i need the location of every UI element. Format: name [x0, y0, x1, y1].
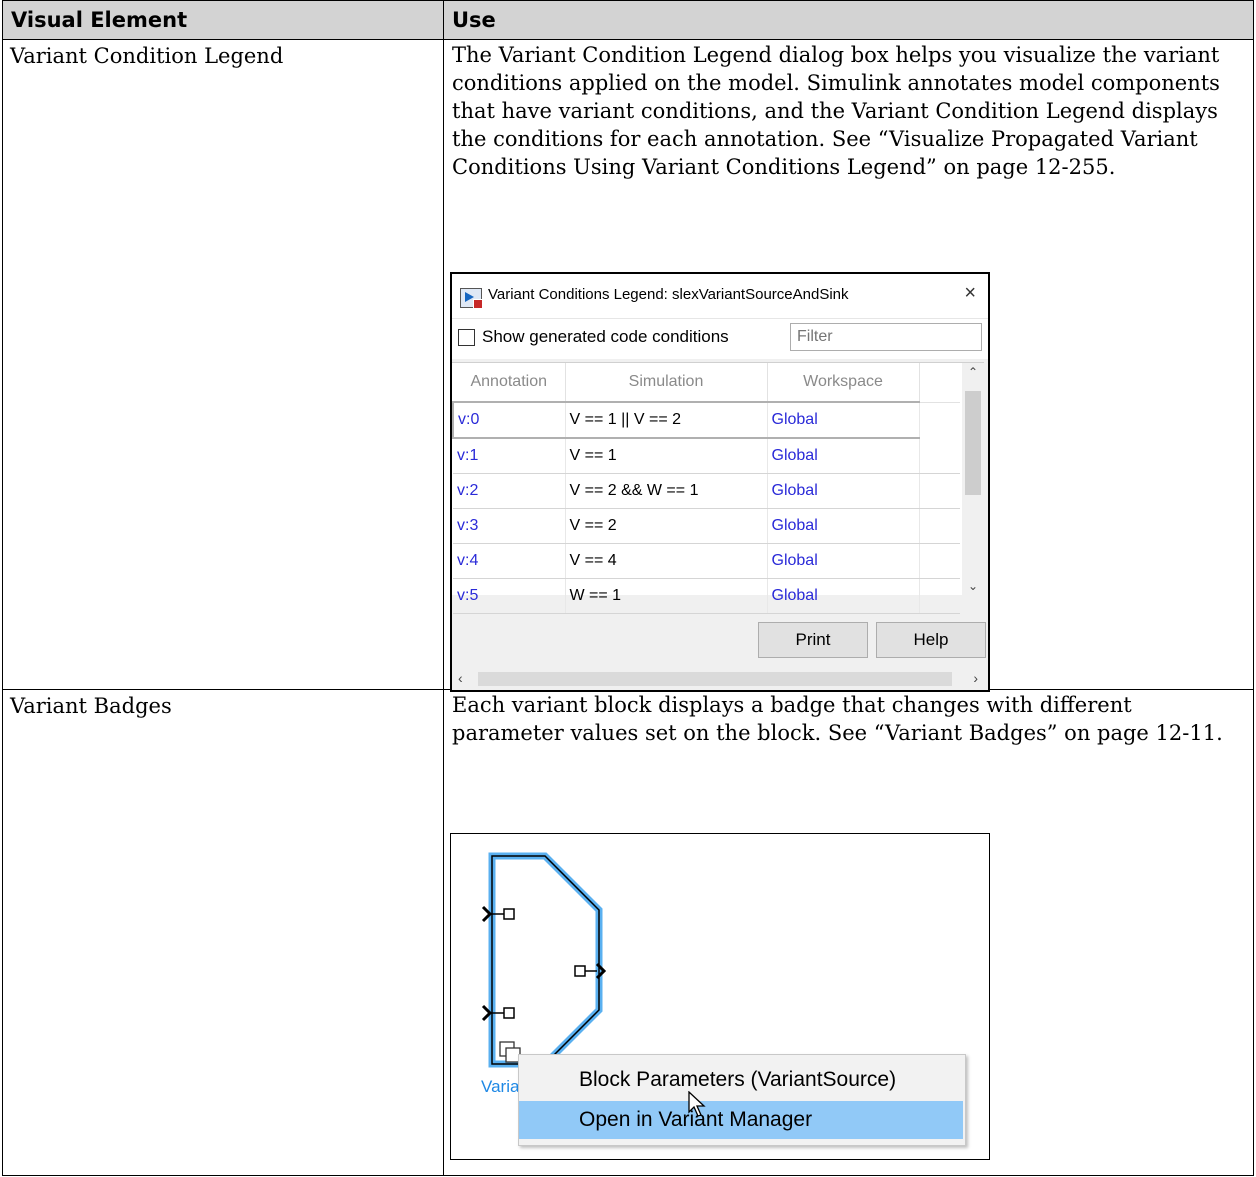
horizontal-scroll-thumb[interactable]: [478, 672, 952, 686]
table-row[interactable]: v:3 V == 2 Global: [453, 508, 960, 544]
dialog-options-bar: Show generated code conditions: [452, 318, 988, 359]
column-annotation[interactable]: Annotation: [453, 363, 566, 403]
table-row[interactable]: v:1 V == 1 Global: [453, 438, 960, 474]
dialog-title: Variant Conditions Legend: slexVariantSo…: [488, 286, 849, 303]
column-workspace[interactable]: Workspace: [767, 363, 920, 403]
annotation-cell[interactable]: v:5: [453, 578, 566, 614]
close-icon[interactable]: ×: [964, 282, 976, 305]
variant-conditions-legend-dialog: Variant Conditions Legend: slexVariantSo…: [450, 272, 990, 692]
simulink-model-icon: [460, 288, 483, 309]
element-name-legend: Variant Condition Legend: [10, 44, 284, 68]
simulation-cell: V == 1 || V == 2: [565, 401, 768, 439]
show-generated-code-checkbox[interactable]: [458, 329, 475, 346]
workspace-cell[interactable]: Global: [767, 578, 920, 614]
conditions-table: Annotation Simulation Workspace v:0 V ==…: [452, 363, 960, 614]
block-name-label: Varia: [481, 1077, 520, 1096]
column-spacer: [919, 363, 960, 403]
workspace-cell[interactable]: Global: [767, 543, 920, 579]
annotation-cell[interactable]: v:2: [453, 473, 566, 509]
simulation-cell: V == 4: [565, 543, 768, 579]
simulation-cell: V == 2: [565, 508, 768, 544]
simulation-cell: W == 1: [565, 578, 768, 614]
mouse-pointer-icon: [688, 1091, 706, 1117]
workspace-cell[interactable]: Global: [767, 438, 920, 474]
annotation-cell[interactable]: v:4: [453, 543, 566, 579]
column-simulation[interactable]: Simulation: [565, 363, 768, 403]
dialog-title-bar: Variant Conditions Legend: slexVariantSo…: [452, 274, 988, 318]
vertical-scrollbar[interactable]: ⌃ ⌄: [962, 363, 984, 595]
filter-input[interactable]: [790, 323, 982, 351]
scroll-right-icon[interactable]: ›: [973, 670, 978, 686]
scroll-thumb[interactable]: [965, 391, 981, 495]
workspace-cell[interactable]: Global: [767, 401, 920, 439]
table-row[interactable]: v:0 V == 1 || V == 2 Global: [452, 401, 960, 439]
conditions-grid: Annotation Simulation Workspace v:0 V ==…: [452, 362, 984, 614]
use-description-badges: Each variant block displays a badge that…: [452, 693, 1223, 745]
horizontal-scrollbar[interactable]: ‹ ›: [452, 668, 984, 690]
menu-item-block-parameters[interactable]: Block Parameters (VariantSource): [519, 1061, 963, 1099]
show-generated-code-label: Show generated code conditions: [482, 327, 729, 346]
element-name-badges: Variant Badges: [10, 694, 172, 718]
table-row[interactable]: v:4 V == 4 Global: [453, 543, 960, 579]
table-row[interactable]: v:5 W == 1 Global: [453, 578, 960, 614]
variant-badge-screenshot: Varia Block Parameters (VariantSource) O…: [450, 833, 990, 1160]
workspace-cell[interactable]: Global: [767, 473, 920, 509]
annotation-cell[interactable]: v:3: [453, 508, 566, 544]
annotation-cell[interactable]: v:0: [452, 401, 566, 439]
table-row[interactable]: v:2 V == 2 && W == 1 Global: [453, 473, 960, 509]
simulation-cell: V == 2 && W == 1: [565, 473, 768, 509]
grid-header-row: Annotation Simulation Workspace: [453, 363, 960, 403]
menu-item-open-variant-manager[interactable]: Open in Variant Manager: [519, 1101, 963, 1139]
simulation-cell: V == 1: [565, 438, 768, 474]
context-menu: Block Parameters (VariantSource) Open in…: [518, 1054, 966, 1146]
scroll-left-icon[interactable]: ‹: [458, 670, 463, 686]
workspace-cell[interactable]: Global: [767, 508, 920, 544]
help-button[interactable]: Help: [876, 622, 986, 658]
print-button[interactable]: Print: [758, 622, 868, 658]
scroll-down-icon[interactable]: ⌄: [962, 579, 984, 593]
header-use: Use: [443, 0, 1254, 40]
header-visual-element: Visual Element: [2, 0, 444, 40]
annotation-cell[interactable]: v:1: [453, 438, 566, 474]
scroll-up-icon[interactable]: ⌃: [962, 365, 984, 379]
use-description-legend: The Variant Condition Legend dialog box …: [452, 43, 1220, 179]
